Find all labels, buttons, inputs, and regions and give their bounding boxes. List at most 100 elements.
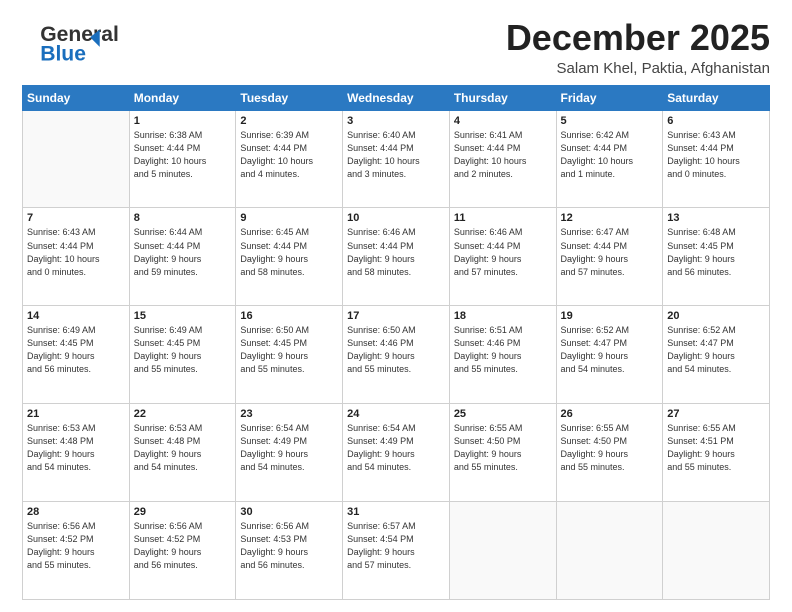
calendar-cell: 10 Sunrise: 6:46 AM Sunset: 4:44 PM Dayli… [343,208,450,306]
day-number: 29 [134,506,232,518]
calendar-table: SundayMondayTuesdayWednesdayThursdayFrid… [22,85,770,600]
calendar-cell: 20Sunrise: 6:52 AM Sunset: 4:47 PM Dayli… [663,306,770,404]
calendar-cell: 24 Sunrise: 6:54 AM Sunset: 4:49 PM Dayli… [343,404,450,502]
day-info: Sunrise: 6:55 AM Sunset: 4:51 PM Dayligh… [667,422,765,474]
calendar-header-thursday: Thursday [449,85,556,110]
day-number: 10 [347,212,445,224]
calendar-cell: 1Sunrise: 6:38 AM Sunset: 4:44 PM Daylig… [129,110,236,208]
day-info: Sunrise: 6:56 AM Sunset: 4:52 PM Dayligh… [134,520,232,572]
logo: General Blue [22,20,114,73]
day-info: Sunrise: 6:42 AM Sunset: 4:44 PM Dayligh… [561,129,659,181]
calendar-cell: 17 Sunrise: 6:50 AM Sunset: 4:46 PM Dayli… [343,306,450,404]
calendar-header-monday: Monday [129,85,236,110]
calendar-cell: 13 Sunrise: 6:48 AM Sunset: 4:45 PM Dayli… [663,208,770,306]
day-number: 13 [667,212,765,224]
day-info: Sunrise: 6:47 AM Sunset: 4:44 PM Dayligh… [561,226,659,278]
location-subtitle: Salam Khel, Paktia, Afghanistan [506,60,770,77]
day-number: 6 [667,115,765,127]
day-number: 2 [240,115,338,127]
day-number: 30 [240,506,338,518]
day-number: 3 [347,115,445,127]
calendar-cell [449,502,556,600]
calendar-cell: 19Sunrise: 6:52 AM Sunset: 4:47 PM Dayli… [556,306,663,404]
calendar-cell: 11 Sunrise: 6:46 AM Sunset: 4:44 PM Dayli… [449,208,556,306]
calendar-cell: 23 Sunrise: 6:54 AM Sunset: 4:49 PM Dayli… [236,404,343,502]
header: General Blue December 2025 Salam Khel, P… [22,18,770,77]
day-info: Sunrise: 6:50 AM Sunset: 4:45 PM Dayligh… [240,324,338,376]
calendar-week-0: 1Sunrise: 6:38 AM Sunset: 4:44 PM Daylig… [23,110,770,208]
day-info: Sunrise: 6:40 AM Sunset: 4:44 PM Dayligh… [347,129,445,181]
day-number: 17 [347,310,445,322]
page: General Blue December 2025 Salam Khel, P… [0,0,792,612]
day-info: Sunrise: 6:43 AM Sunset: 4:44 PM Dayligh… [27,226,125,278]
calendar-header-wednesday: Wednesday [343,85,450,110]
day-info: Sunrise: 6:41 AM Sunset: 4:44 PM Dayligh… [454,129,552,181]
day-number: 26 [561,408,659,420]
calendar-cell: 12 Sunrise: 6:47 AM Sunset: 4:44 PM Dayli… [556,208,663,306]
day-number: 1 [134,115,232,127]
day-number: 15 [134,310,232,322]
day-info: Sunrise: 6:49 AM Sunset: 4:45 PM Dayligh… [27,324,125,376]
day-number: 25 [454,408,552,420]
day-info: Sunrise: 6:54 AM Sunset: 4:49 PM Dayligh… [240,422,338,474]
day-number: 31 [347,506,445,518]
calendar-cell: 8Sunrise: 6:44 AM Sunset: 4:44 PM Daylig… [129,208,236,306]
calendar-cell: 14Sunrise: 6:49 AM Sunset: 4:45 PM Dayli… [23,306,130,404]
calendar-header-row: SundayMondayTuesdayWednesdayThursdayFrid… [23,85,770,110]
title-block: December 2025 Salam Khel, Paktia, Afghan… [506,18,770,77]
day-number: 28 [27,506,125,518]
day-info: Sunrise: 6:48 AM Sunset: 4:45 PM Dayligh… [667,226,765,278]
day-info: Sunrise: 6:51 AM Sunset: 4:46 PM Dayligh… [454,324,552,376]
calendar-cell: 27Sunrise: 6:55 AM Sunset: 4:51 PM Dayli… [663,404,770,502]
calendar-week-4: 28 Sunrise: 6:56 AM Sunset: 4:52 PM Dayli… [23,502,770,600]
day-info: Sunrise: 6:46 AM Sunset: 4:44 PM Dayligh… [347,226,445,278]
day-number: 4 [454,115,552,127]
day-number: 18 [454,310,552,322]
day-info: Sunrise: 6:39 AM Sunset: 4:44 PM Dayligh… [240,129,338,181]
calendar-header-sunday: Sunday [23,85,130,110]
calendar-week-3: 21 Sunrise: 6:53 AM Sunset: 4:48 PM Dayli… [23,404,770,502]
logo-icon: General Blue [24,20,114,68]
day-number: 23 [240,408,338,420]
day-info: Sunrise: 6:57 AM Sunset: 4:54 PM Dayligh… [347,520,445,572]
calendar-cell: 4 Sunrise: 6:41 AM Sunset: 4:44 PM Daylig… [449,110,556,208]
calendar-cell: 16 Sunrise: 6:50 AM Sunset: 4:45 PM Dayli… [236,306,343,404]
day-info: Sunrise: 6:55 AM Sunset: 4:50 PM Dayligh… [561,422,659,474]
calendar-cell: 2 Sunrise: 6:39 AM Sunset: 4:44 PM Daylig… [236,110,343,208]
day-number: 9 [240,212,338,224]
calendar-cell: 18 Sunrise: 6:51 AM Sunset: 4:46 PM Dayli… [449,306,556,404]
day-number: 5 [561,115,659,127]
day-number: 21 [27,408,125,420]
calendar-cell: 15Sunrise: 6:49 AM Sunset: 4:45 PM Dayli… [129,306,236,404]
calendar-cell [23,110,130,208]
calendar-cell [663,502,770,600]
calendar-cell [556,502,663,600]
calendar-cell: 5 Sunrise: 6:42 AM Sunset: 4:44 PM Daylig… [556,110,663,208]
day-number: 24 [347,408,445,420]
day-number: 12 [561,212,659,224]
calendar-cell: 22Sunrise: 6:53 AM Sunset: 4:48 PM Dayli… [129,404,236,502]
day-number: 8 [134,212,232,224]
day-info: Sunrise: 6:52 AM Sunset: 4:47 PM Dayligh… [561,324,659,376]
calendar-header-tuesday: Tuesday [236,85,343,110]
calendar-cell: 3 Sunrise: 6:40 AM Sunset: 4:44 PM Daylig… [343,110,450,208]
calendar-week-1: 7Sunrise: 6:43 AM Sunset: 4:44 PM Daylig… [23,208,770,306]
calendar-cell: 30Sunrise: 6:56 AM Sunset: 4:53 PM Dayli… [236,502,343,600]
day-info: Sunrise: 6:50 AM Sunset: 4:46 PM Dayligh… [347,324,445,376]
calendar-cell: 6Sunrise: 6:43 AM Sunset: 4:44 PM Daylig… [663,110,770,208]
day-info: Sunrise: 6:53 AM Sunset: 4:48 PM Dayligh… [27,422,125,474]
day-info: Sunrise: 6:55 AM Sunset: 4:50 PM Dayligh… [454,422,552,474]
month-title: December 2025 [506,18,770,58]
day-number: 11 [454,212,552,224]
day-info: Sunrise: 6:45 AM Sunset: 4:44 PM Dayligh… [240,226,338,278]
calendar-cell: 7Sunrise: 6:43 AM Sunset: 4:44 PM Daylig… [23,208,130,306]
day-info: Sunrise: 6:54 AM Sunset: 4:49 PM Dayligh… [347,422,445,474]
day-number: 16 [240,310,338,322]
calendar-cell: 28Sunrise: 6:56 AM Sunset: 4:52 PM Dayli… [23,502,130,600]
calendar-week-2: 14Sunrise: 6:49 AM Sunset: 4:45 PM Dayli… [23,306,770,404]
calendar-cell: 9 Sunrise: 6:45 AM Sunset: 4:44 PM Daylig… [236,208,343,306]
calendar-cell: 29 Sunrise: 6:56 AM Sunset: 4:52 PM Dayli… [129,502,236,600]
calendar-cell: 21 Sunrise: 6:53 AM Sunset: 4:48 PM Dayli… [23,404,130,502]
day-info: Sunrise: 6:46 AM Sunset: 4:44 PM Dayligh… [454,226,552,278]
calendar-cell: 31 Sunrise: 6:57 AM Sunset: 4:54 PM Dayli… [343,502,450,600]
